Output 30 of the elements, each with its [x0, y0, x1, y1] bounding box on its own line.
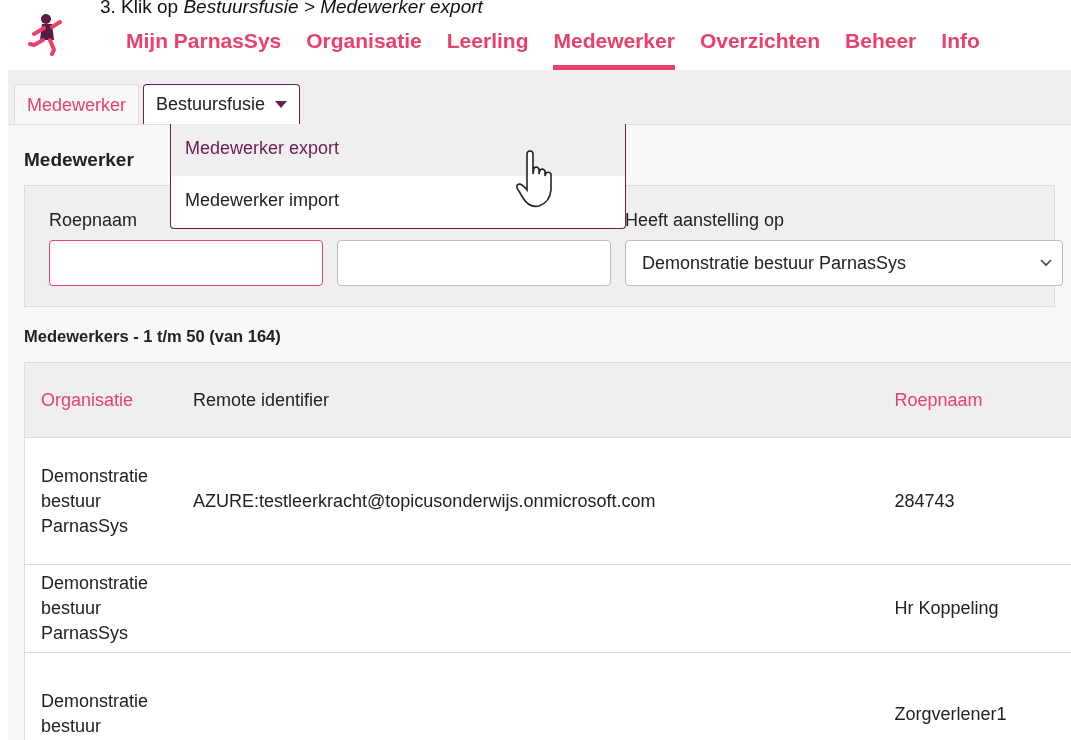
- dropdown-tab[interactable]: Bestuursfusie: [143, 84, 301, 124]
- column-header[interactable]: Roepnaam: [878, 362, 1071, 438]
- table-cell: Zorgverlener1: [894, 703, 1007, 724]
- table-cell: AZURE:testleerkracht@topicusonderwijs.onmicrosoft.com: [193, 490, 656, 511]
- nav-link[interactable]: Organisatie: [306, 21, 422, 70]
- section-heading: Medewerker: [24, 149, 134, 171]
- hand-cursor-icon: [515, 150, 555, 210]
- table-cell: Demonstratie bestuur ParnasSys: [41, 465, 149, 536]
- nav-link[interactable]: Beheer: [845, 21, 917, 70]
- column-header[interactable]: Organisatie: [24, 362, 177, 438]
- results-title: Medewerkers - 1 t/m 50 (van 164): [24, 327, 282, 346]
- nav-link[interactable]: Info: [941, 21, 980, 70]
- tab[interactable]: Medewerker: [14, 84, 140, 124]
- table-cell: Demonstratie bestuur ParnasSys: [41, 573, 149, 643]
- input-field[interactable]: [337, 240, 611, 286]
- column-header: Remote identifier: [177, 362, 879, 438]
- nav-link[interactable]: Overzichten: [699, 21, 821, 70]
- field-label: Heeft aanstelling op: [625, 210, 786, 232]
- table-cell: 284743: [894, 490, 955, 511]
- table-cell: Demonstratie bestuur: [41, 691, 149, 736]
- chevron-down-icon: [1040, 259, 1052, 267]
- caret-icon: [275, 100, 288, 109]
- field-label: Roepnaam: [49, 210, 139, 232]
- menu-item[interactable]: Medewerker import: [171, 176, 625, 228]
- menu-item[interactable]: Medewerker export: [171, 124, 625, 176]
- nav-link[interactable]: Leerling: [446, 21, 529, 70]
- select-field[interactable]: Demonstratie bestuur ParnasSys: [625, 240, 1063, 286]
- table-cell: Hr Koppeling: [894, 598, 999, 618]
- nav-link[interactable]: Mijn ParnasSys: [126, 21, 282, 70]
- input-field[interactable]: [49, 240, 323, 286]
